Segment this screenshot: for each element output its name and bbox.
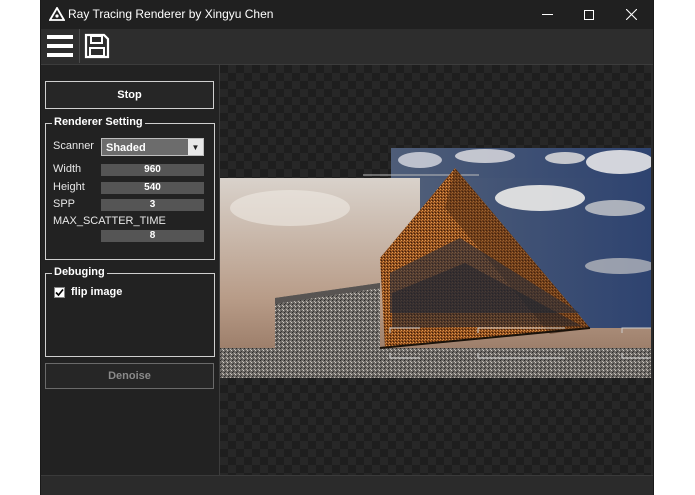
status-bar xyxy=(41,475,653,495)
save-floppy-icon xyxy=(84,33,110,59)
minimize-button[interactable] xyxy=(525,0,569,29)
renderer-setting-group: Renderer Setting Scanner Shaded ▼ Width … xyxy=(45,116,215,260)
menu-button[interactable] xyxy=(43,29,77,63)
spp-label: SPP xyxy=(53,198,76,210)
height-label: Height xyxy=(53,181,85,193)
max-scatter-time-field[interactable]: 8 xyxy=(101,230,204,242)
window-title: Ray Tracing Renderer by Xingyu Chen xyxy=(68,7,274,21)
scanner-label: Scanner xyxy=(53,140,94,152)
settings-panel: Stop Renderer Setting Scanner Shaded ▼ W… xyxy=(41,65,220,475)
debugging-group: Debuging flip image xyxy=(45,266,215,357)
chevron-down-icon[interactable]: ▼ xyxy=(188,139,203,155)
app-logo-icon xyxy=(49,7,65,21)
close-button[interactable] xyxy=(609,0,653,29)
rendered-image xyxy=(220,148,651,378)
max-scatter-time-label: MAX_SCATTER_TIME xyxy=(53,215,166,227)
scanner-selected-value: Shaded xyxy=(106,142,146,154)
close-icon xyxy=(625,9,637,20)
renderer-setting-title: Renderer Setting xyxy=(52,116,145,128)
flip-image-checkbox[interactable] xyxy=(54,287,65,298)
maximize-icon xyxy=(584,9,594,20)
render-viewport xyxy=(220,65,651,475)
app-window: Ray Tracing Renderer by Xingyu Chen Stop… xyxy=(41,0,653,495)
minimize-icon xyxy=(541,14,553,15)
hamburger-menu-icon xyxy=(47,35,73,57)
flip-image-label: flip image xyxy=(71,286,123,298)
denoise-button[interactable]: Denoise xyxy=(45,363,214,389)
scanner-select[interactable]: Shaded ▼ xyxy=(101,138,204,156)
checkmark-icon xyxy=(55,288,64,297)
title-bar[interactable]: Ray Tracing Renderer by Xingyu Chen xyxy=(41,0,653,29)
save-button[interactable] xyxy=(79,29,114,63)
height-field[interactable]: 540 xyxy=(101,182,204,194)
width-field[interactable]: 960 xyxy=(101,164,204,176)
stop-button[interactable]: Stop xyxy=(45,81,214,109)
width-label: Width xyxy=(53,163,82,175)
spp-field[interactable]: 3 xyxy=(101,199,204,211)
maximize-button[interactable] xyxy=(567,0,611,29)
toolbar xyxy=(41,29,653,65)
debugging-title: Debuging xyxy=(52,266,107,278)
